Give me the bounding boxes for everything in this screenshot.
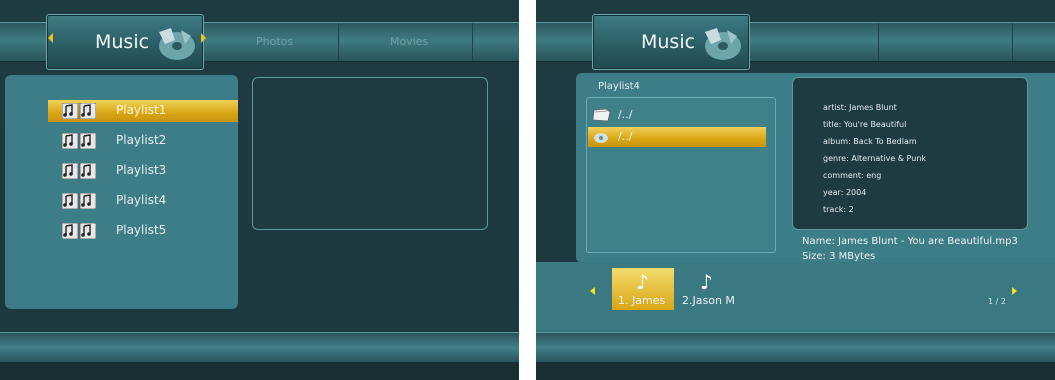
tag-genre: genre: Alternative & Punk bbox=[823, 154, 927, 163]
tag-album: album: Back To Bedlam bbox=[823, 137, 917, 146]
file-name: Name: James Blunt - You are Beautiful.mp… bbox=[802, 236, 1018, 247]
music-file-icon bbox=[594, 133, 608, 143]
playlist-detail-screen: Music Playlist4 /../ /../ artist: James B… bbox=[536, 0, 1055, 380]
footer-strip bbox=[0, 362, 519, 380]
tag-artist: artist: James Blunt bbox=[823, 103, 897, 112]
tab-music-label: Music bbox=[95, 31, 150, 53]
tab-photos[interactable]: Photos bbox=[256, 35, 293, 48]
music-menu-screen: Music Photos Movies Playlist1 Playlist2 Pl… bbox=[0, 0, 519, 380]
playlist-item-label: Playlist4 bbox=[116, 193, 167, 207]
tab-music[interactable]: Music bbox=[46, 14, 204, 70]
playlist-item-label: Playlist5 bbox=[116, 223, 167, 237]
tab-left-arrow-icon[interactable] bbox=[48, 33, 53, 43]
tag-year: year: 2004 bbox=[823, 188, 867, 197]
track-thumbnail-label: 1. James bbox=[618, 294, 666, 307]
prev-page-arrow-icon[interactable] bbox=[590, 287, 595, 295]
tab-movies[interactable]: Movies bbox=[390, 35, 428, 48]
music-cd-icon bbox=[159, 28, 195, 60]
bottom-bar bbox=[0, 332, 519, 362]
music-note-icon: ♪ bbox=[700, 270, 713, 294]
preview-panel bbox=[252, 77, 488, 230]
next-page-arrow-icon[interactable] bbox=[1012, 287, 1017, 295]
track-thumbnail-label: 2.Jason M bbox=[682, 294, 735, 307]
tab-music-label: Music bbox=[641, 31, 696, 53]
tag-track: track: 2 bbox=[823, 205, 854, 214]
footer-strip bbox=[536, 362, 1055, 380]
bottom-bar bbox=[536, 332, 1055, 362]
music-cd-icon bbox=[705, 28, 741, 60]
music-note-icon: ♪ bbox=[636, 270, 649, 294]
tab-music[interactable]: Music bbox=[592, 14, 750, 70]
folder-icon bbox=[592, 108, 611, 122]
tag-comment: comment: eng bbox=[823, 171, 882, 180]
page-indicator: 1 / 2 bbox=[988, 297, 1006, 306]
file-list-item-label: /../ bbox=[618, 108, 633, 121]
playlist-item[interactable]: Playlist4 bbox=[48, 190, 238, 212]
track-thumbnail[interactable]: ♪ 2.Jason M bbox=[676, 268, 738, 310]
playlist-item-label: Playlist1 bbox=[116, 103, 167, 117]
playlist-notes-icon bbox=[62, 163, 96, 179]
playlist-item[interactable]: Playlist1 bbox=[48, 100, 238, 122]
file-list-item-label: /../ bbox=[618, 130, 633, 143]
playlist-item-label: Playlist2 bbox=[116, 133, 167, 147]
file-size: Size: 3 MBytes bbox=[802, 251, 876, 262]
track-thumbnail[interactable]: ♪ 1. James bbox=[612, 268, 674, 310]
playlist-item-label: Playlist3 bbox=[116, 163, 167, 177]
playlist-item[interactable]: Playlist3 bbox=[48, 160, 238, 182]
file-list-item[interactable]: /../ bbox=[588, 105, 766, 125]
file-list-item[interactable]: /../ bbox=[588, 127, 766, 147]
tag-title: title: You're Beautiful bbox=[823, 120, 907, 129]
playlist-notes-icon bbox=[62, 223, 96, 239]
playlist-notes-icon bbox=[62, 133, 96, 149]
playlist-item[interactable]: Playlist2 bbox=[48, 130, 238, 152]
tag-info-panel: artist: James Blunt title: You're Beauti… bbox=[792, 77, 1028, 230]
playlist-notes-icon bbox=[62, 103, 96, 119]
panel-title: Playlist4 bbox=[598, 81, 640, 92]
tab-right-arrow-icon[interactable] bbox=[201, 33, 206, 43]
playlist-notes-icon bbox=[62, 193, 96, 209]
playlist-item[interactable]: Playlist5 bbox=[48, 220, 238, 242]
